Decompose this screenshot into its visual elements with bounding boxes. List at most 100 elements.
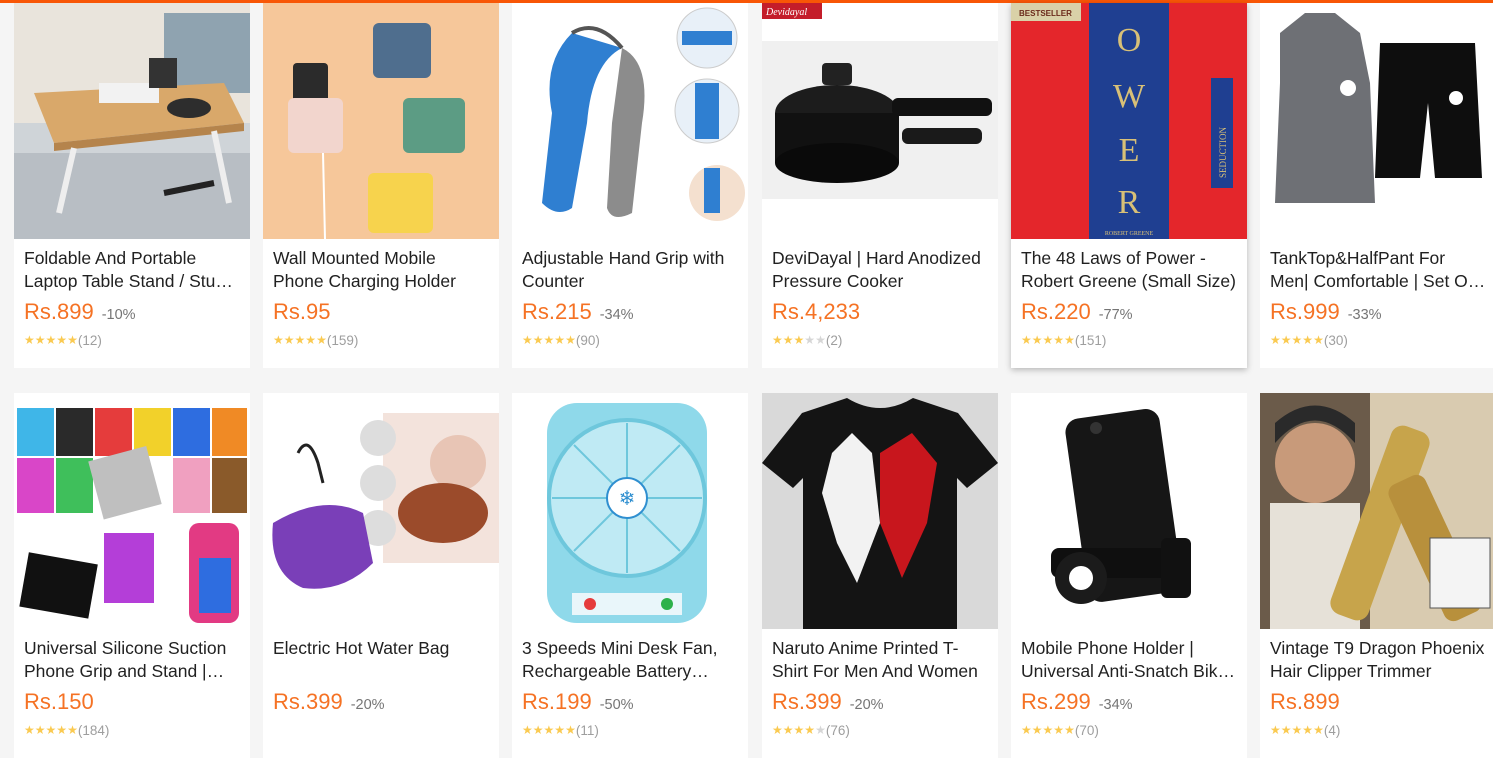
star-icon: ★ <box>772 723 783 737</box>
product-image-wall-holder[interactable] <box>263 3 499 239</box>
product-card[interactable]: Foldable And Portable Laptop Table Stand… <box>14 3 250 368</box>
star-icon: ★ <box>793 333 805 347</box>
star-icon: ★ <box>532 723 544 737</box>
product-price: Rs.220 <box>1021 299 1091 324</box>
product-card[interactable]: Adjustable Hand Grip with Counter Rs.215… <box>512 3 748 368</box>
review-count: (4) <box>1323 722 1341 738</box>
star-icon: ★ <box>283 333 295 347</box>
product-title[interactable]: Foldable And Portable Laptop Table Stand… <box>24 247 240 293</box>
product-card[interactable]: TankTop&HalfPant For Men| Comfortable | … <box>1260 3 1493 368</box>
product-title[interactable]: The 48 Laws of Power - Robert Greene (Sm… <box>1021 247 1237 293</box>
star-icon: ★ <box>1313 333 1324 347</box>
review-count: (70) <box>1074 722 1099 738</box>
star-icon: ★ <box>782 333 794 347</box>
product-title[interactable]: Vintage T9 Dragon Phoenix Hair Clipper T… <box>1270 637 1486 683</box>
star-icon: ★ <box>565 333 576 347</box>
star-icon: ★ <box>804 333 816 347</box>
product-card[interactable]: Naruto Anime Printed T-Shirt For Men And… <box>762 393 998 758</box>
star-icon: ★ <box>273 333 284 347</box>
product-image-suction-pads[interactable] <box>14 393 250 629</box>
product-title[interactable]: TankTop&HalfPant For Men| Comfortable | … <box>1270 247 1486 293</box>
star-icon: ★ <box>793 723 805 737</box>
star-icon: ★ <box>1313 723 1324 737</box>
rating-stars: ★ ★ ★ ★ ★ <box>24 724 78 736</box>
product-rating: ★ ★ ★ ★ ★ (70) <box>1021 721 1237 739</box>
star-icon: ★ <box>305 333 317 347</box>
product-title[interactable]: Mobile Phone Holder | Universal Anti-Sna… <box>1021 637 1237 683</box>
product-card[interactable]: Devidayal DeviDayal | Hard Anodized Pres… <box>762 3 998 368</box>
product-rating: ★ ★ ★ ★ ★ (12) <box>24 331 240 349</box>
product-image-hot-water-bag[interactable] <box>263 393 499 629</box>
star-icon: ★ <box>1021 333 1032 347</box>
star-icon: ★ <box>1280 333 1292 347</box>
product-title[interactable]: Naruto Anime Printed T-Shirt For Men And… <box>772 637 988 683</box>
product-title[interactable]: Wall Mounted Mobile Phone Charging Holde… <box>273 247 489 293</box>
product-card[interactable]: BESTSELLER O W E R ROBERT GREENE SEDUCTI… <box>1011 3 1247 368</box>
product-discount: -34% <box>1098 697 1133 713</box>
star-icon: ★ <box>815 723 826 737</box>
star-icon: ★ <box>565 723 576 737</box>
star-icon: ★ <box>1021 723 1032 737</box>
product-price: Rs.399 <box>772 689 842 714</box>
star-icon: ★ <box>554 723 566 737</box>
product-rating: ★ ★ ★ ★ ★ (184) <box>24 721 240 739</box>
star-icon: ★ <box>56 333 68 347</box>
product-price: Rs.899 <box>24 299 94 324</box>
product-image-bike-holder[interactable] <box>1011 393 1247 629</box>
product-title[interactable]: Adjustable Hand Grip with Counter <box>522 247 738 293</box>
product-rating: ★ ★ ★ ★ ★ (159) <box>273 331 489 349</box>
rating-stars: ★ ★ ★ ★ ★ <box>772 724 826 736</box>
product-image-tanktop-set[interactable] <box>1260 3 1493 239</box>
product-title[interactable]: Universal Silicone Suction Phone Grip an… <box>24 637 240 683</box>
rating-stars: ★ ★ ★ ★ ★ <box>772 334 826 346</box>
star-icon: ★ <box>522 333 533 347</box>
product-title[interactable]: Electric Hot Water Bag <box>273 637 489 683</box>
star-icon: ★ <box>45 333 57 347</box>
star-icon: ★ <box>543 723 555 737</box>
product-card[interactable]: Mobile Phone Holder | Universal Anti-Sna… <box>1011 393 1247 758</box>
star-icon: ★ <box>1280 723 1292 737</box>
star-icon: ★ <box>772 333 783 347</box>
product-price: Rs.299 <box>1021 689 1091 714</box>
product-card[interactable]: Vintage T9 Dragon Phoenix Hair Clipper T… <box>1260 393 1493 758</box>
star-icon: ★ <box>56 723 68 737</box>
product-image-pressure-cooker[interactable]: Devidayal <box>762 3 998 239</box>
product-card[interactable]: Electric Hot Water Bag Rs.399 -20% <box>263 393 499 758</box>
product-card[interactable]: Wall Mounted Mobile Phone Charging Holde… <box>263 3 499 368</box>
review-count: (90) <box>575 332 600 348</box>
product-card[interactable]: ❄ 3 Speeds Mini Desk Fan, Rechargeable B… <box>512 393 748 758</box>
star-icon: ★ <box>24 333 35 347</box>
rating-stars: ★ ★ ★ ★ ★ <box>522 334 576 346</box>
star-icon: ★ <box>543 333 555 347</box>
product-rating: ★ ★ ★ ★ ★ (4) <box>1270 721 1486 739</box>
book-cover-letter: W <box>1113 78 1146 115</box>
product-card[interactable]: Universal Silicone Suction Phone Grip an… <box>14 393 250 758</box>
review-count: (2) <box>825 332 843 348</box>
product-title[interactable]: DeviDayal | Hard Anodized Pressure Cooke… <box>772 247 988 293</box>
product-image-naruto-tshirt[interactable] <box>762 393 998 629</box>
star-icon: ★ <box>1064 723 1075 737</box>
product-price: Rs.399 <box>273 689 343 714</box>
star-icon: ★ <box>67 723 78 737</box>
product-price: Rs.150 <box>24 689 94 714</box>
rating-stars: ★ ★ ★ ★ ★ <box>1270 334 1324 346</box>
product-discount: -77% <box>1098 307 1133 323</box>
product-discount: -50% <box>599 697 634 713</box>
star-icon: ★ <box>1064 333 1075 347</box>
product-image-book-power[interactable]: BESTSELLER O W E R ROBERT GREENE SEDUCTI… <box>1011 3 1247 239</box>
product-image-hand-grip[interactable] <box>512 3 748 239</box>
product-image-laptop-table[interactable] <box>14 3 250 239</box>
rating-stars: ★ ★ ★ ★ ★ <box>1021 334 1075 346</box>
product-price: Rs.899 <box>1270 689 1340 714</box>
star-icon: ★ <box>1291 333 1303 347</box>
rating-stars: ★ ★ ★ ★ ★ <box>24 334 78 346</box>
star-icon: ★ <box>782 723 794 737</box>
star-icon: ★ <box>532 333 544 347</box>
product-title[interactable]: 3 Speeds Mini Desk Fan, Rechargeable Bat… <box>522 637 738 683</box>
star-icon: ★ <box>554 333 566 347</box>
product-price: Rs.95 <box>273 299 331 324</box>
product-image-hair-clipper[interactable] <box>1260 393 1493 629</box>
product-image-mini-fan[interactable]: ❄ <box>512 393 748 629</box>
review-count: (12) <box>77 332 102 348</box>
review-count: (151) <box>1074 332 1107 348</box>
